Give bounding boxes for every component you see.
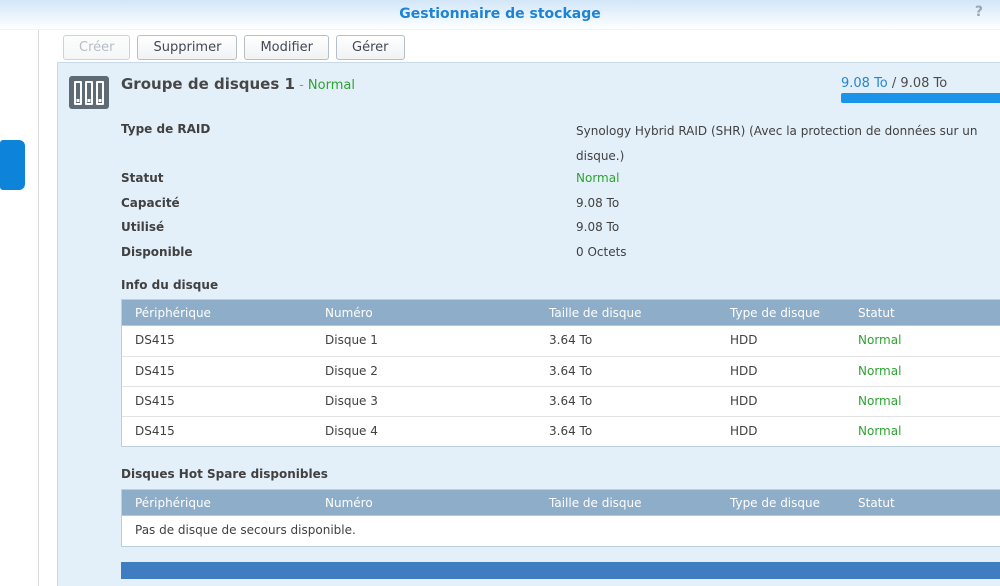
hot-spare-title: Disques Hot Spare disponibles	[121, 467, 328, 481]
usage-progressbar	[841, 93, 1000, 103]
status-label: Statut	[121, 171, 164, 185]
cell-size: 3.64 To	[536, 326, 717, 356]
header-status: Statut	[845, 300, 1000, 325]
disk-group-icon	[69, 76, 109, 109]
cell-status: Normal	[845, 357, 1000, 386]
status-value: Normal	[576, 171, 619, 185]
create-button[interactable]: Créer	[63, 35, 130, 60]
group-status-badge: Normal	[308, 78, 355, 93]
usage-total: 9.08 To	[900, 76, 947, 91]
window-left-margin	[0, 30, 39, 586]
header-type: Type de disque	[717, 300, 845, 325]
cell-size: 3.64 To	[536, 387, 717, 416]
storage-manager-window: Gestionnaire de stockage ? Créer Supprim…	[0, 0, 1000, 586]
cell-status: Normal	[845, 387, 1000, 416]
modify-button[interactable]: Modifier	[244, 35, 329, 60]
cell-number: Disque 3	[312, 387, 536, 416]
cell-number: Disque 4	[312, 417, 536, 446]
cell-type: HDD	[717, 387, 845, 416]
capacity-label: Capacité	[121, 196, 180, 210]
desktop-side-tab[interactable]	[0, 140, 25, 190]
header-device: Périphérique	[122, 300, 312, 325]
raid-type-value: Synology Hybrid RAID (SHR) (Avec la prot…	[576, 119, 1000, 169]
next-section-bar	[121, 562, 1000, 579]
hot-spare-header-row: Périphérique Numéro Taille de disque Typ…	[122, 490, 1000, 516]
manage-button[interactable]: Gérer	[336, 35, 404, 60]
header-status: Statut	[845, 490, 1000, 515]
table-row: DS415 Disque 4 3.64 To HDD Normal	[122, 416, 1000, 446]
usage-separator: /	[888, 76, 901, 91]
header-size: Taille de disque	[536, 490, 717, 515]
table-row: DS415 Disque 3 3.64 To HDD Normal	[122, 386, 1000, 416]
header-size: Taille de disque	[536, 300, 717, 325]
delete-button[interactable]: Supprimer	[137, 35, 237, 60]
header-number: Numéro	[312, 300, 536, 325]
cell-status: Normal	[845, 326, 1000, 356]
header-number: Numéro	[312, 490, 536, 515]
header-type: Type de disque	[717, 490, 845, 515]
cell-type: HDD	[717, 326, 845, 356]
cell-device: DS415	[122, 326, 312, 356]
cell-type: HDD	[717, 357, 845, 386]
cell-size: 3.64 To	[536, 417, 717, 446]
used-label: Utilisé	[121, 220, 164, 234]
hot-spare-empty-message: Pas de disque de secours disponible.	[122, 516, 1000, 546]
table-row: DS415 Disque 2 3.64 To HDD Normal	[122, 356, 1000, 386]
cell-device: DS415	[122, 387, 312, 416]
raid-type-label: Type de RAID	[121, 122, 210, 136]
available-value: 0 Octets	[576, 245, 627, 259]
capacity-usage-text: 9.08 To / 9.08 To	[841, 76, 947, 91]
header-device: Périphérique	[122, 490, 312, 515]
group-title-separator: -	[295, 78, 308, 93]
cell-size: 3.64 To	[536, 357, 717, 386]
capacity-value: 9.08 To	[576, 196, 619, 210]
content-panel: Groupe de disques 1 - Normal 9.08 To / 9…	[57, 62, 1000, 586]
window-title: Gestionnaire de stockage	[0, 0, 1000, 29]
disk-info-table: Périphérique Numéro Taille de disque Typ…	[121, 299, 1000, 447]
disk-info-title: Info du disque	[121, 278, 218, 292]
usage-used: 9.08 To	[841, 76, 888, 91]
hot-spare-table: Périphérique Numéro Taille de disque Typ…	[121, 489, 1000, 547]
cell-type: HDD	[717, 417, 845, 446]
cell-status: Normal	[845, 417, 1000, 446]
used-value: 9.08 To	[576, 220, 619, 234]
group-header: Groupe de disques 1 - Normal	[121, 75, 355, 93]
disk-info-header-row: Périphérique Numéro Taille de disque Typ…	[122, 300, 1000, 326]
available-label: Disponible	[121, 245, 193, 259]
help-icon[interactable]: ?	[975, 4, 983, 20]
cell-device: DS415	[122, 357, 312, 386]
cell-number: Disque 2	[312, 357, 536, 386]
window-titlebar: Gestionnaire de stockage ?	[0, 0, 1000, 30]
group-title: Groupe de disques 1	[121, 75, 295, 93]
cell-device: DS415	[122, 417, 312, 446]
toolbar: Créer Supprimer Modifier Gérer	[40, 30, 1000, 62]
cell-number: Disque 1	[312, 326, 536, 356]
table-row: DS415 Disque 1 3.64 To HDD Normal	[122, 326, 1000, 356]
